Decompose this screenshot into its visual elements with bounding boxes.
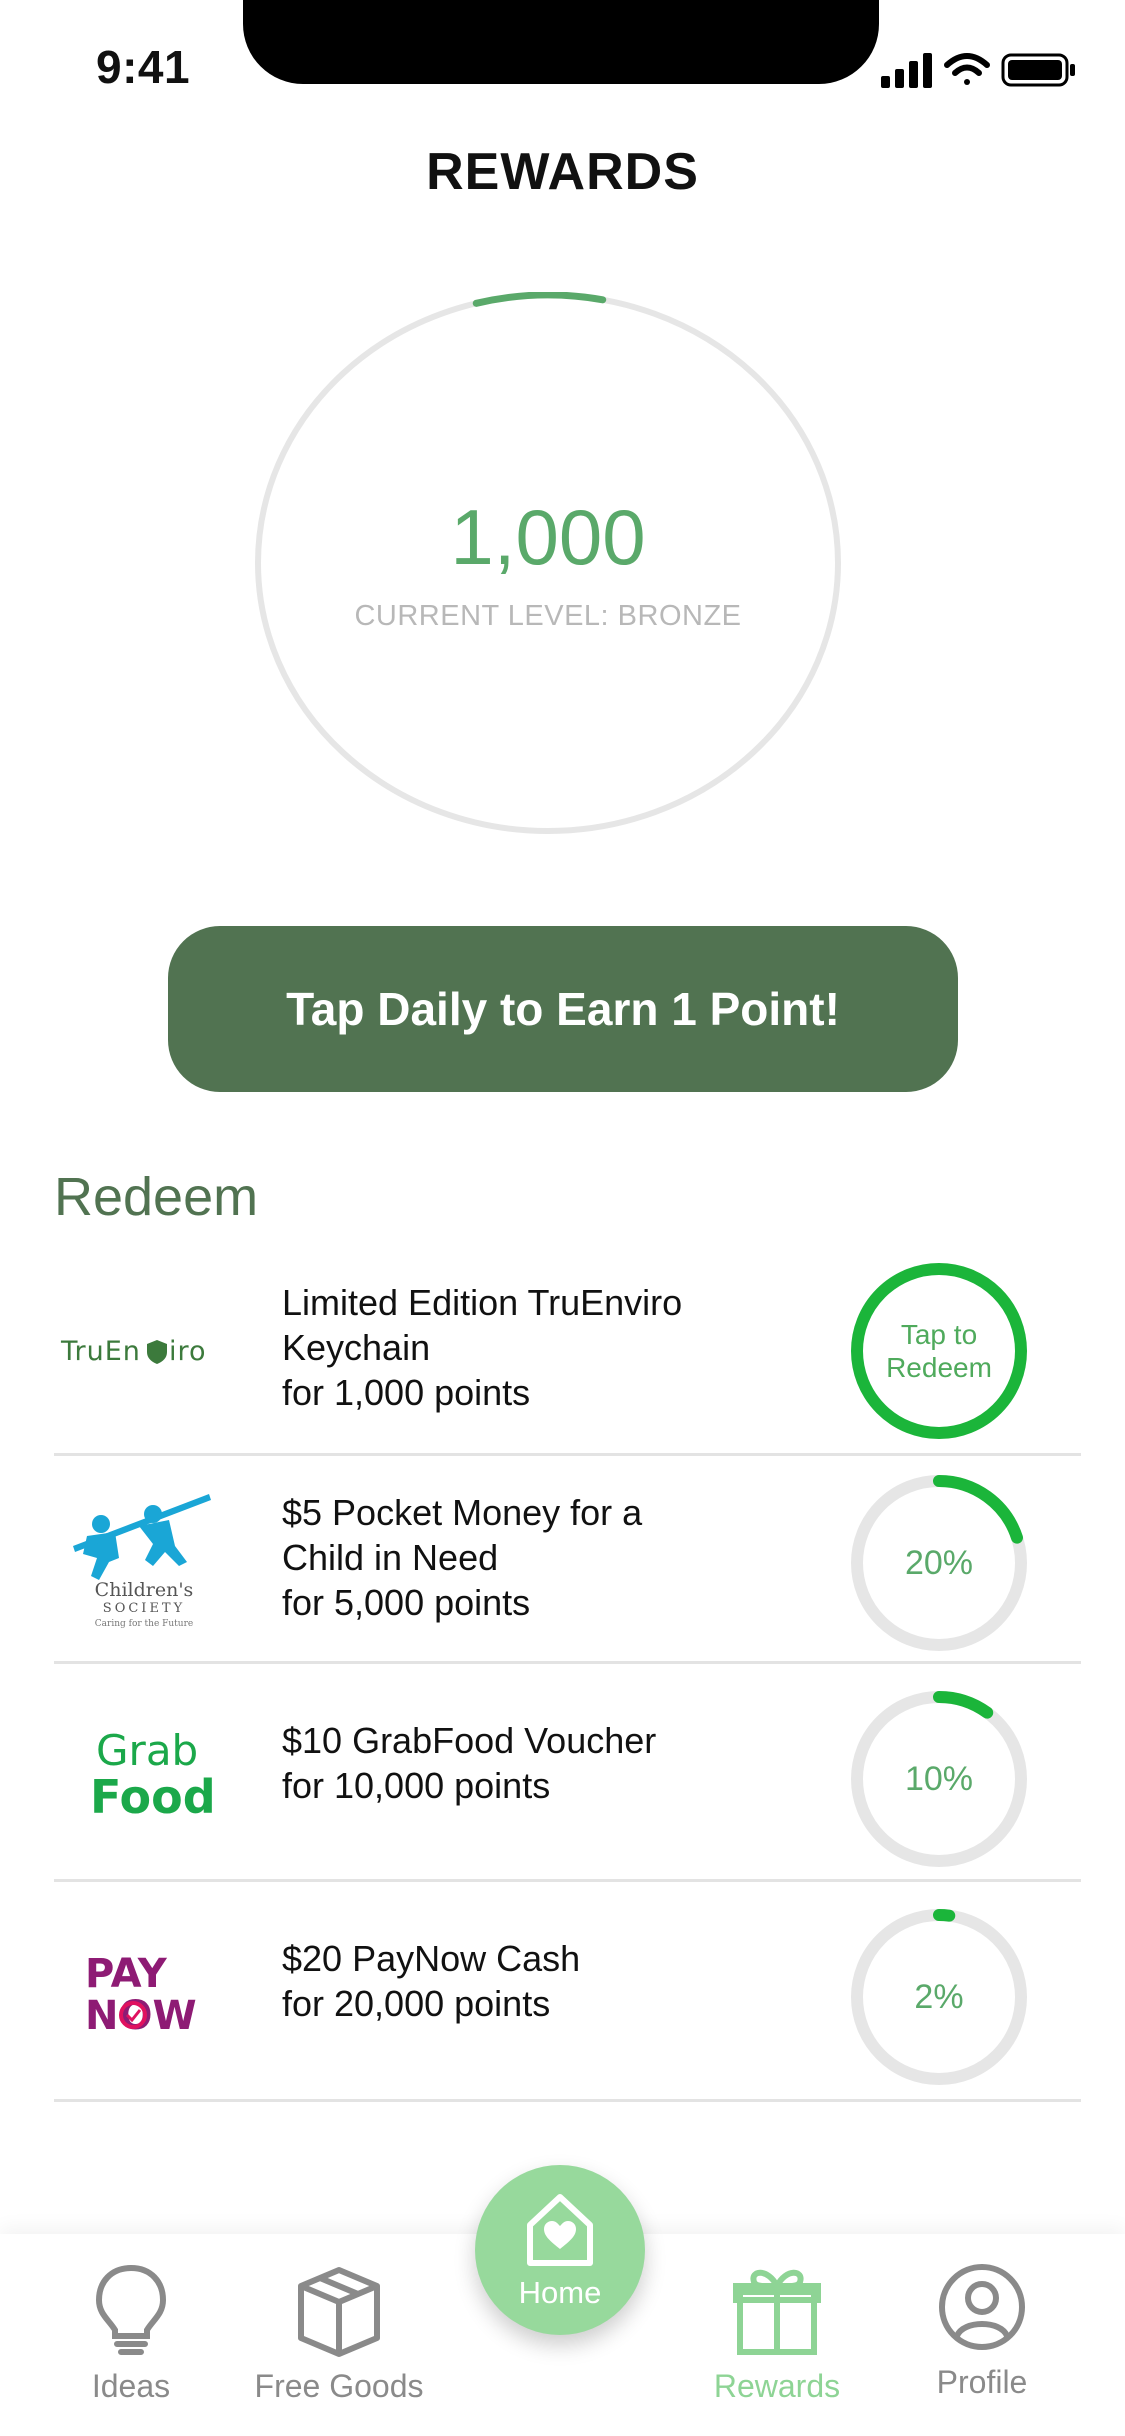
points-progress-arc <box>472 292 607 307</box>
paynow-logo: PAY NOW <box>54 1882 234 2099</box>
nav-label-free-goods: Free Goods <box>254 2368 424 2404</box>
status-bar: 9:41 <box>0 0 1125 130</box>
svg-text:TruEn: TruEn <box>60 1336 141 1367</box>
tap-to-redeem-button[interactable]: Tap to Redeem <box>844 1256 1034 1446</box>
profile-icon <box>939 2264 1025 2350</box>
points-value: 1,000 <box>450 493 646 581</box>
nav-label-rewards: Rewards <box>713 2368 841 2404</box>
childrens-society-logo: Children's SOCIETY Caring for the Future <box>54 1456 234 1661</box>
wifi-icon <box>944 53 990 85</box>
svg-text:Caring for the Future: Caring for the Future <box>95 1619 193 1629</box>
svg-text:SOCIETY: SOCIETY <box>103 1601 185 1616</box>
svg-text:Grab: Grab <box>96 1726 198 1775</box>
reward-description: Limited Edition TruEnviro Keychain for 1… <box>282 1282 683 1413</box>
nav-item-ideas[interactable]: Ideas <box>21 2250 241 2420</box>
current-level-label: CURRENT LEVEL: BRONZE <box>354 600 742 632</box>
nav-item-free-goods[interactable]: Free Goods <box>229 2250 449 2420</box>
reward-item-grabfood: Grab Food $10 GrabFood Voucher for 10,00… <box>54 1664 1081 1882</box>
tap-daily-earn-button[interactable]: Tap Daily to Earn 1 Point! <box>168 926 958 1092</box>
home-heart-icon <box>527 2194 593 2266</box>
svg-text:Food: Food <box>90 1770 214 1824</box>
device-notch <box>243 0 879 84</box>
page-title: REWARDS <box>426 143 699 201</box>
reward-progress-label: 10% <box>904 1759 974 1798</box>
lightbulb-icon <box>95 2264 167 2355</box>
battery-icon <box>1001 53 1075 87</box>
box-icon <box>298 2267 380 2357</box>
truenviro-logo: TruEn iro <box>54 1246 234 1453</box>
nav-item-home[interactable]: Home <box>475 2165 645 2335</box>
reward-item-paynow: PAY NOW $20 PayNow Cash for 20,000 point… <box>54 1882 1081 2102</box>
tap-to-redeem-label: Tap to Redeem <box>886 1319 992 1383</box>
reward-progress-ring[interactable]: 10% <box>844 1684 1034 1874</box>
svg-text:NOW: NOW <box>85 1993 197 2039</box>
cellular-signal-icon <box>881 53 932 88</box>
nav-label-home: Home <box>518 2275 602 2310</box>
grabfood-logo: Grab Food <box>54 1664 234 1879</box>
reward-progress-label: 2% <box>914 1977 964 2016</box>
reward-description: $5 Pocket Money for a Child in Need for … <box>282 1492 643 1623</box>
svg-text:Children's: Children's <box>95 1579 194 1601</box>
status-time: 9:41 <box>96 41 191 93</box>
gift-icon <box>733 2269 821 2355</box>
reward-description: $20 PayNow Cash for 20,000 points <box>282 1938 581 2024</box>
redeem-section-title: Redeem <box>54 1167 259 1227</box>
nav-label-ideas: Ideas <box>91 2368 171 2404</box>
reward-progress-ring[interactable]: 2% <box>844 1902 1034 2092</box>
reward-item-truenviro: TruEn iro Limited Edition TruEnviro Keyc… <box>54 1246 1081 1456</box>
svg-text:iro: iro <box>169 1336 207 1367</box>
nav-label-profile: Profile <box>936 2364 1028 2400</box>
reward-description: $10 GrabFood Voucher for 10,000 points <box>282 1720 657 1806</box>
reward-progress-ring[interactable]: 20% <box>844 1468 1034 1658</box>
reward-item-childrens-society: Children's SOCIETY Caring for the Future… <box>54 1456 1081 1664</box>
nav-item-profile[interactable]: Profile <box>872 2250 1092 2420</box>
reward-progress-label: 20% <box>904 1543 974 1582</box>
status-icons <box>881 50 1081 95</box>
svg-text:PAY: PAY <box>85 1951 168 1997</box>
nav-item-rewards[interactable]: Rewards <box>667 2250 887 2420</box>
